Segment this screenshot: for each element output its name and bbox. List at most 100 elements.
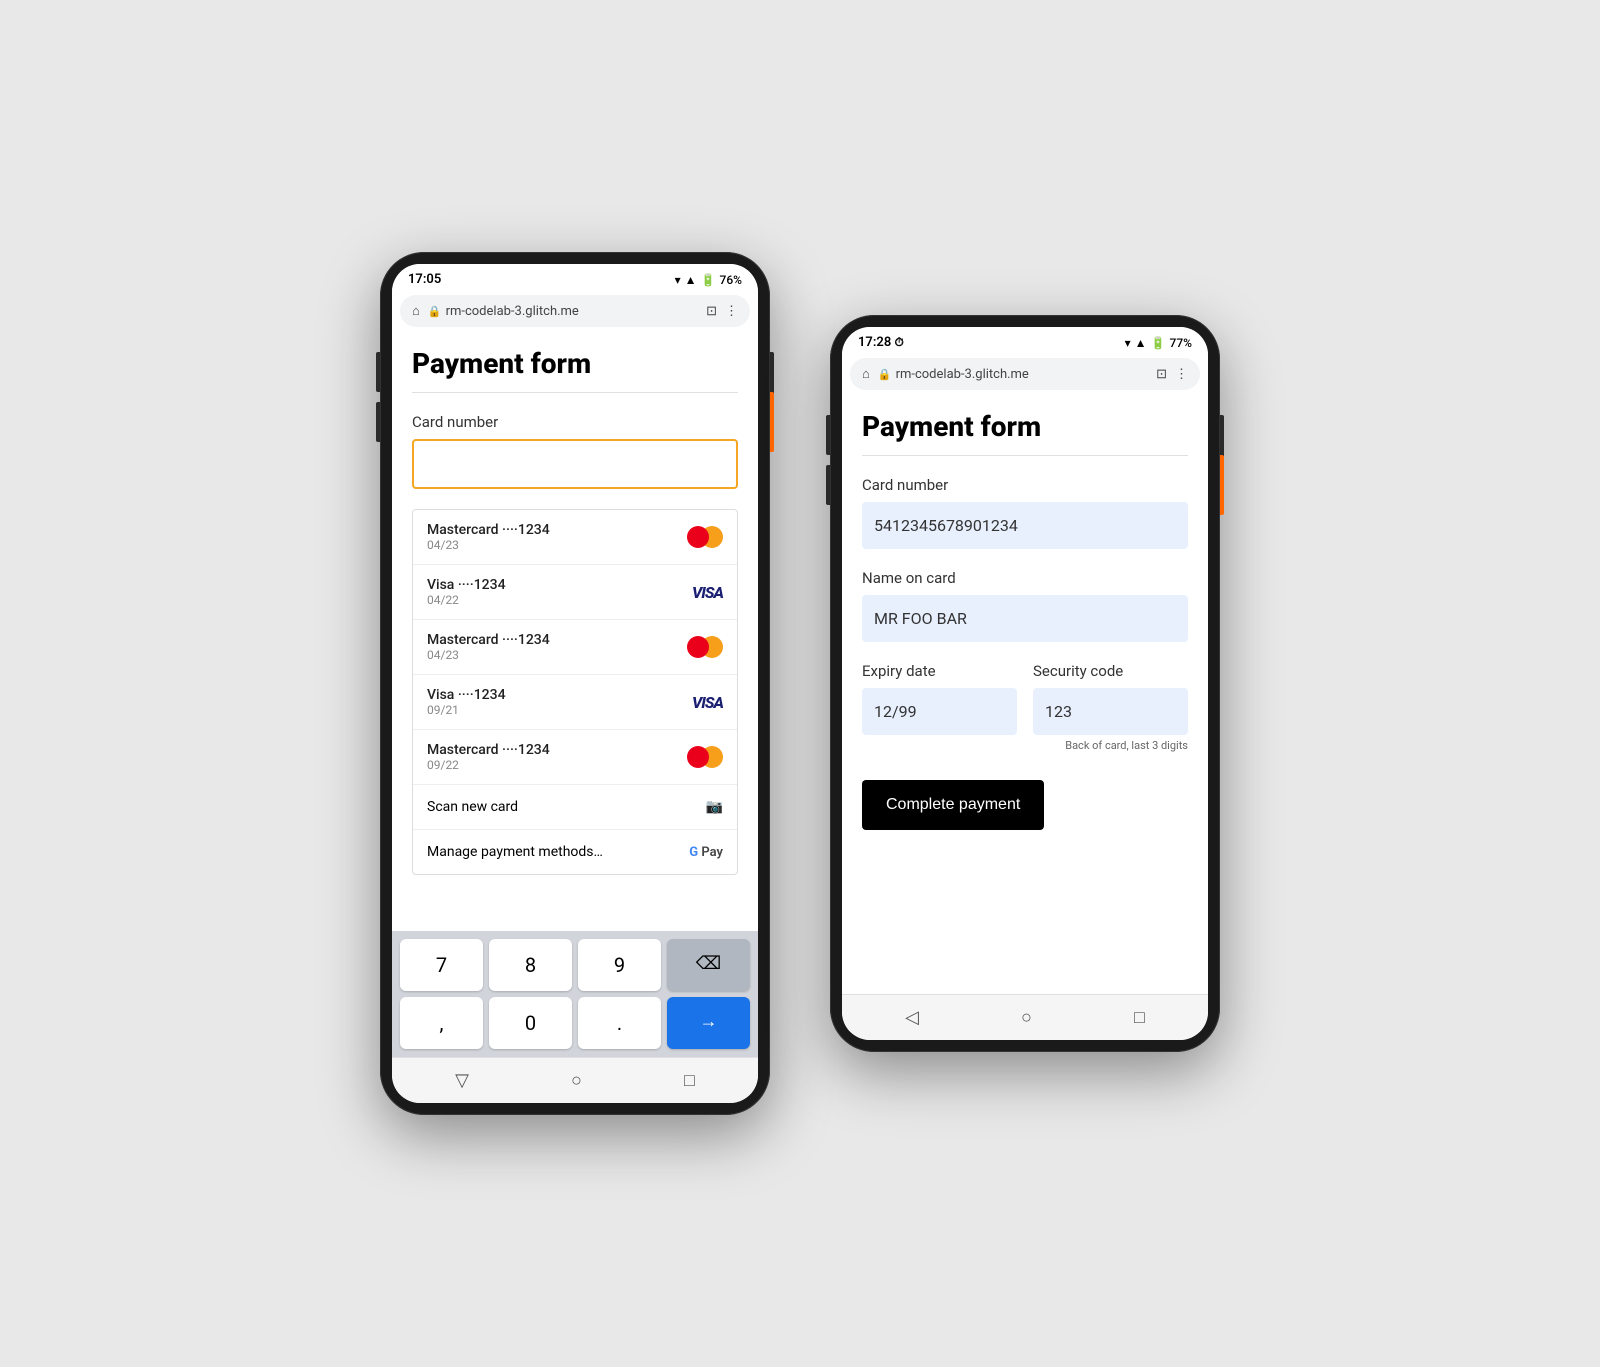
battery-pct-right: 77% — [1170, 336, 1192, 350]
visa-logo-4: VISA — [692, 693, 723, 712]
autocomplete-item-4[interactable]: Visa ····1234 09/21 VISA — [413, 675, 737, 730]
divider-right — [862, 455, 1188, 456]
card-number-field-right: Card number 5412345678901234 — [862, 476, 1188, 549]
page-title-left: Payment form — [412, 347, 738, 380]
card-number-input-left[interactable] — [412, 439, 738, 489]
signal-icon-right: ▲ — [1135, 336, 1147, 350]
browser-bar-right[interactable]: ⌂ 🔒 rm-codelab-3.glitch.me ⊡ ⋮ — [850, 358, 1200, 390]
browser-icons-left: ⊡ ⋮ — [706, 304, 738, 319]
home-icon-right: ⌂ — [862, 366, 870, 382]
card-name-1: Mastercard ····1234 — [427, 522, 550, 538]
autocomplete-list: Mastercard ····1234 04/23 Visa ····1234 … — [412, 509, 738, 875]
time-left: 17:05 — [408, 272, 441, 287]
url-bar-right[interactable]: 🔒 rm-codelab-3.glitch.me — [878, 367, 1148, 382]
security-label: Security code — [1033, 662, 1188, 680]
key-backspace[interactable]: ⌫ — [667, 939, 750, 991]
battery-icon-right: 🔋 — [1151, 336, 1166, 350]
card-number-field-left: Card number — [412, 413, 738, 489]
key-9[interactable]: 9 — [578, 939, 661, 991]
card-exp-5: 09/22 — [427, 758, 550, 772]
url-text-left: rm-codelab-3.glitch.me — [446, 304, 579, 319]
gpay-logo: G Pay — [689, 845, 723, 860]
url-bar-left[interactable]: 🔒 rm-codelab-3.glitch.me — [428, 304, 698, 319]
status-bar-left: 17:05 ▾ ▲ 🔋 76% — [392, 264, 758, 291]
wifi-icon-right: ▾ — [1125, 336, 1131, 350]
time-right: 17:28 ⏱ — [858, 335, 904, 350]
signal-icon: ▲ — [685, 273, 697, 287]
page-content-right: Payment form Card number 541234567890123… — [842, 394, 1208, 994]
expiry-value[interactable]: 12/99 — [862, 688, 1017, 735]
key-dot[interactable]: . — [578, 997, 661, 1049]
browser-icons-right: ⊡ ⋮ — [1156, 367, 1188, 382]
nav-recents-left[interactable]: □ — [684, 1070, 695, 1091]
lock-icon-right: 🔒 — [878, 368, 892, 381]
key-enter[interactable]: → — [667, 997, 750, 1049]
autocomplete-item-5[interactable]: Mastercard ····1234 09/22 — [413, 730, 737, 785]
key-8[interactable]: 8 — [489, 939, 572, 991]
name-label-right: Name on card — [862, 569, 1188, 587]
autocomplete-item-2[interactable]: Visa ····1234 04/22 VISA — [413, 565, 737, 620]
card-name-3: Mastercard ····1234 — [427, 632, 550, 648]
battery-icon: 🔋 — [701, 273, 716, 287]
nav-back-right[interactable]: ◁ — [905, 1007, 919, 1028]
security-hint: Back of card, last 3 digits — [1033, 739, 1188, 752]
tab-icon-right[interactable]: ⊡ — [1156, 367, 1167, 382]
wifi-icon: ▾ — [675, 273, 681, 287]
key-comma[interactable]: , — [400, 997, 483, 1049]
nav-bar-right: ◁ ○ □ — [842, 994, 1208, 1040]
visa-logo-2: VISA — [692, 583, 723, 602]
name-value[interactable]: MR FOO BAR — [862, 595, 1188, 642]
manage-label: Manage payment methods… — [427, 844, 603, 860]
autocomplete-item-1[interactable]: Mastercard ····1234 04/23 — [413, 510, 737, 565]
browser-bar-left[interactable]: ⌂ 🔒 rm-codelab-3.glitch.me ⊡ ⋮ — [400, 295, 750, 327]
complete-payment-button[interactable]: Complete payment — [862, 780, 1044, 830]
keyboard-left: 7 8 9 ⌫ , 0 . → — [392, 931, 758, 1057]
expiry-label: Expiry date — [862, 662, 1017, 680]
nav-home-right[interactable]: ○ — [1021, 1007, 1032, 1028]
expiry-security-row: Expiry date 12/99 Security code 123 Back… — [862, 662, 1188, 772]
card-number-label-right: Card number — [862, 476, 1188, 494]
battery-pct-left: 76% — [720, 273, 742, 287]
scan-label: Scan new card — [427, 799, 518, 815]
card-exp-4: 09/21 — [427, 703, 506, 717]
status-bar-right: 17:28 ⏱ ▾ ▲ 🔋 77% — [842, 327, 1208, 354]
scan-new-card-item[interactable]: Scan new card 📷 — [413, 785, 737, 830]
nav-recents-right[interactable]: □ — [1134, 1007, 1145, 1028]
manage-payment-item[interactable]: Manage payment methods… G Pay — [413, 830, 737, 874]
card-number-value[interactable]: 5412345678901234 — [862, 502, 1188, 549]
autocomplete-item-3[interactable]: Mastercard ····1234 04/23 — [413, 620, 737, 675]
page-content-left: Payment form Card number Mastercard ····… — [392, 331, 758, 931]
card-name-4: Visa ····1234 — [427, 687, 506, 703]
status-icons-left: ▾ ▲ 🔋 76% — [675, 273, 742, 287]
home-icon: ⌂ — [412, 303, 420, 319]
mastercard-logo-1 — [687, 526, 723, 548]
expiry-field: Expiry date 12/99 — [862, 662, 1017, 752]
card-exp-2: 04/22 — [427, 593, 506, 607]
page-title-right: Payment form — [862, 410, 1188, 443]
mastercard-logo-5 — [687, 746, 723, 768]
menu-icon-right[interactable]: ⋮ — [1175, 367, 1188, 382]
nav-back-left[interactable]: ▽ — [455, 1070, 469, 1091]
phone-left: 17:05 ▾ ▲ 🔋 76% ⌂ 🔒 rm-codelab-3.glitch.… — [380, 252, 770, 1115]
card-exp-3: 04/23 — [427, 648, 550, 662]
card-number-label-left: Card number — [412, 413, 738, 431]
security-field: Security code 123 Back of card, last 3 d… — [1033, 662, 1188, 752]
card-name-2: Visa ····1234 — [427, 577, 506, 593]
lock-icon: 🔒 — [428, 305, 442, 318]
camera-icon: 📷 — [706, 799, 723, 815]
tab-icon[interactable]: ⊡ — [706, 304, 717, 319]
timer-icon: ⏱ — [894, 335, 903, 349]
name-field-right: Name on card MR FOO BAR — [862, 569, 1188, 642]
status-icons-right: ▾ ▲ 🔋 77% — [1125, 336, 1192, 350]
menu-icon[interactable]: ⋮ — [725, 304, 738, 319]
key-0[interactable]: 0 — [489, 997, 572, 1049]
card-exp-1: 04/23 — [427, 538, 550, 552]
card-name-5: Mastercard ····1234 — [427, 742, 550, 758]
key-7[interactable]: 7 — [400, 939, 483, 991]
divider-left — [412, 392, 738, 393]
nav-home-left[interactable]: ○ — [571, 1070, 582, 1091]
security-value[interactable]: 123 — [1033, 688, 1188, 735]
url-text-right: rm-codelab-3.glitch.me — [896, 367, 1029, 382]
nav-bar-left: ▽ ○ □ — [392, 1057, 758, 1103]
mastercard-logo-3 — [687, 636, 723, 658]
